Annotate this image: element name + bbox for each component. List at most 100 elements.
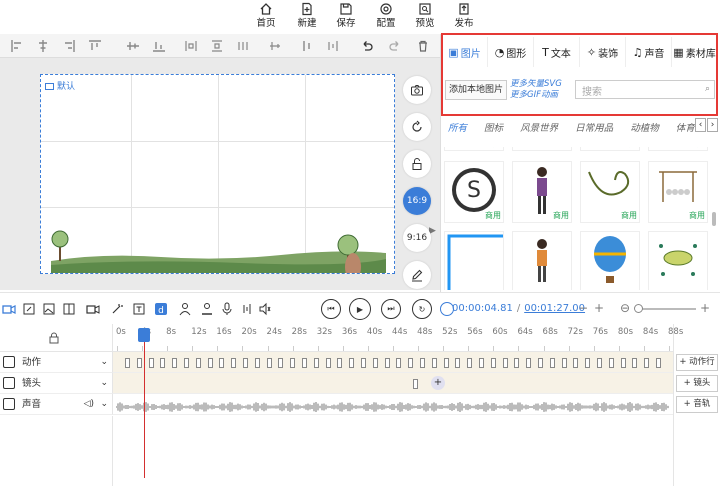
action-keyframe[interactable] [372, 358, 378, 368]
rotate-button[interactable] [403, 113, 431, 141]
image-frame-icon[interactable] [42, 302, 56, 316]
playhead-line[interactable] [144, 328, 145, 478]
action-keyframe[interactable] [172, 358, 178, 368]
action-keyframe[interactable] [243, 358, 248, 368]
action-keyframe[interactable] [502, 358, 508, 368]
loop-button[interactable]: ↻ [412, 299, 432, 319]
flip-icon[interactable] [268, 39, 282, 53]
action-keyframe[interactable] [455, 358, 461, 368]
add-audio-track-button[interactable]: + 音轨 [676, 396, 718, 413]
redo-icon[interactable] [388, 39, 402, 53]
current-time[interactable]: 00:00:04.81 [452, 303, 513, 314]
action-keyframe[interactable] [361, 358, 366, 368]
asset-thumb[interactable] [512, 147, 572, 151]
action-keyframe[interactable] [561, 358, 567, 368]
action-keyframe[interactable] [549, 358, 555, 368]
group-icon[interactable] [326, 39, 340, 53]
minus-icon[interactable]: − [578, 301, 588, 315]
action-keyframe[interactable] [125, 358, 130, 368]
action-keyframe[interactable] [219, 358, 225, 368]
add-camera-button[interactable]: + 镜头 [676, 375, 718, 392]
split-icon[interactable] [62, 302, 76, 316]
zoom-in-icon[interactable]: + [700, 301, 710, 315]
skip-forward-button[interactable]: ⏭ [381, 299, 401, 319]
asset-thumb-frame[interactable] [444, 231, 504, 290]
action-keyframe[interactable] [195, 358, 201, 368]
chevron-down-icon[interactable]: ⌄ [100, 373, 108, 394]
category-icons[interactable]: 图标 [484, 123, 503, 134]
delete-icon[interactable] [416, 39, 430, 53]
align-top-icon[interactable] [88, 39, 102, 53]
align-middle-icon[interactable] [126, 39, 140, 53]
d-icon[interactable]: d [154, 302, 168, 316]
action-keyframe[interactable] [160, 358, 166, 368]
chevron-down-icon[interactable]: ⌄ [100, 394, 108, 415]
plus-icon[interactable]: + [594, 301, 604, 315]
action-keyframe[interactable] [302, 358, 307, 368]
add-keyframe-icon[interactable]: + [431, 376, 445, 390]
stage-canvas[interactable]: 默认 [40, 74, 395, 274]
align-right-icon[interactable] [62, 39, 76, 53]
action-keyframe[interactable] [644, 358, 650, 368]
category-animals-plants[interactable]: 动植物 [630, 123, 659, 134]
align-bottom-icon[interactable] [152, 39, 166, 53]
distribute-h-icon[interactable] [184, 39, 198, 53]
new-button[interactable]: 新建 [287, 0, 327, 34]
layer-up-icon[interactable] [236, 39, 250, 53]
add-action-row-button[interactable]: + 动作行 [676, 354, 718, 371]
asset-thumb[interactable]: 商用 [648, 147, 708, 151]
action-keyframe[interactable] [573, 358, 579, 368]
action-keyframe[interactable] [443, 358, 449, 368]
volume-icon[interactable] [258, 302, 272, 316]
asset-thumb[interactable]: 商用 [444, 147, 504, 151]
action-keyframe[interactable] [266, 358, 272, 368]
action-keyframe[interactable] [325, 358, 331, 368]
action-keyframe[interactable] [231, 358, 237, 368]
action-keyframe[interactable] [148, 358, 154, 368]
record-icon[interactable] [240, 302, 254, 316]
action-keyframe[interactable] [490, 358, 496, 368]
zoom-out-icon[interactable]: ⊖ [620, 301, 630, 315]
action-keyframe[interactable] [420, 358, 425, 368]
edit-frame-icon[interactable] [22, 302, 36, 316]
microphone-icon[interactable] [220, 302, 234, 316]
total-time[interactable]: 00:01:27.00 [524, 303, 585, 314]
category-daily[interactable]: 日常用品 [575, 123, 613, 134]
camera-keyframe[interactable] [413, 379, 418, 389]
playhead-handle[interactable] [138, 328, 150, 342]
asset-thumb[interactable]: 商用 [580, 147, 640, 151]
action-keyframe[interactable] [136, 358, 142, 368]
publish-button[interactable]: 发布 [444, 0, 484, 34]
asset-thumb-person[interactable]: 商用 [512, 161, 572, 223]
align-center-h-icon[interactable] [36, 39, 50, 53]
track-action[interactable] [113, 352, 673, 373]
asset-thumb-boy[interactable] [512, 231, 572, 290]
asset-thumb-balloon[interactable] [580, 231, 640, 290]
chevron-left-icon[interactable]: ‹ [695, 118, 706, 132]
home-button[interactable]: 首页 [246, 0, 286, 34]
layer-down-icon[interactable] [300, 39, 314, 53]
category-all[interactable]: 所有 [448, 123, 467, 134]
camera-track-icon[interactable] [2, 302, 16, 316]
undo-icon[interactable] [360, 39, 374, 53]
lock-button[interactable] [403, 150, 431, 178]
action-keyframe[interactable] [349, 358, 355, 368]
asset-thumb-cradle[interactable]: 商用 [648, 161, 708, 223]
action-keyframe[interactable] [313, 358, 319, 368]
action-keyframe[interactable] [254, 358, 260, 368]
ratio-16-9-button[interactable]: 16:9 [403, 187, 431, 215]
action-keyframe[interactable] [278, 358, 284, 368]
action-keyframe[interactable] [608, 358, 614, 368]
action-keyframe[interactable] [632, 358, 638, 368]
asset-thumb-leaf[interactable] [648, 231, 708, 290]
action-keyframe[interactable] [656, 358, 661, 368]
chevron-right-icon[interactable]: › [707, 118, 718, 132]
action-keyframe[interactable] [585, 358, 591, 368]
track-camera[interactable]: + [113, 373, 673, 394]
config-button[interactable]: 配置 [366, 0, 406, 34]
volume-icon[interactable]: ◁) [84, 394, 94, 415]
action-keyframe[interactable] [184, 358, 189, 368]
action-keyframe[interactable] [207, 358, 213, 368]
action-keyframe[interactable] [408, 358, 414, 368]
ratio-9-16-button[interactable]: 9:16 [403, 224, 431, 252]
